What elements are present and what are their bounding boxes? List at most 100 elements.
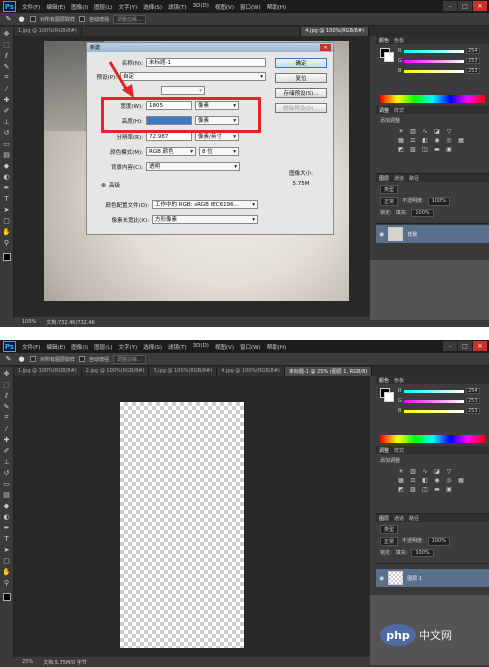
quick-select-icon[interactable]: ✎ xyxy=(4,355,13,364)
fill-input[interactable]: 100% xyxy=(411,549,434,557)
vibrance-icon[interactable]: ▽ xyxy=(444,128,454,135)
b-slider[interactable]: B 253 xyxy=(398,408,480,414)
eye-icon[interactable]: ◉ xyxy=(379,231,384,238)
background-swatch[interactable] xyxy=(384,392,394,402)
g-value[interactable]: 253 xyxy=(466,398,480,404)
balance-icon[interactable]: ⚖ xyxy=(408,137,418,144)
fill-input[interactable]: 100% xyxy=(411,209,434,217)
blur-icon[interactable]: ◆ xyxy=(1,501,12,510)
history-brush-icon[interactable]: ↺ xyxy=(1,468,12,477)
doc-tab[interactable]: 4.jpg @ 100%(RGB/8#) xyxy=(301,27,369,36)
doc-tab[interactable]: 2.jpg @ 100%(RGB/8#) xyxy=(81,367,150,376)
advanced-toggle[interactable]: ⊗ 高级 xyxy=(101,181,120,190)
dodge-icon[interactable]: ◐ xyxy=(1,512,12,521)
menu-3d[interactable]: 3D(D) xyxy=(193,343,209,351)
threshold-icon[interactable]: ◫ xyxy=(420,486,430,493)
foreground-color-swatch[interactable] xyxy=(2,593,11,601)
eraser-icon[interactable]: ▭ xyxy=(1,479,12,488)
menu-type[interactable]: 文字(Y) xyxy=(119,3,138,11)
lasso-icon[interactable]: ℓ xyxy=(1,51,12,60)
brush-icon[interactable]: ✐ xyxy=(1,446,12,455)
tab-adjustments[interactable]: 调整 xyxy=(379,107,389,114)
b-bar[interactable] xyxy=(404,409,464,413)
quick-select-icon[interactable]: ✎ xyxy=(1,62,12,71)
exposure-icon[interactable]: ◪ xyxy=(432,468,442,475)
menu-type[interactable]: 文字(Y) xyxy=(119,343,138,351)
menu-3d[interactable]: 3D(D) xyxy=(193,3,209,11)
menu-help[interactable]: 帮助(H) xyxy=(267,343,286,351)
close-button[interactable]: ✕ xyxy=(473,1,487,11)
zoom-icon[interactable]: ⚲ xyxy=(1,578,12,587)
brightness-icon[interactable]: ☀ xyxy=(396,468,406,475)
photo-filter-icon[interactable]: ◉ xyxy=(432,137,442,144)
profile-select[interactable]: 工作中的 RGB: sRGB IEC6196... ▾ xyxy=(152,200,258,209)
tab-channels[interactable]: 通道 xyxy=(394,175,404,182)
tab-layers[interactable]: 图层 xyxy=(379,515,389,522)
g-bar[interactable] xyxy=(404,399,464,403)
eraser-icon[interactable]: ▭ xyxy=(1,139,12,148)
size-select[interactable]: ▾ xyxy=(161,86,205,95)
r-bar[interactable] xyxy=(404,389,464,393)
layer-item-background[interactable]: ◉ 背景 xyxy=(376,225,489,243)
menu-window[interactable]: 窗口(W) xyxy=(240,343,261,351)
maximize-button[interactable]: □ xyxy=(458,341,472,351)
eyedropper-icon[interactable]: ⁄ xyxy=(1,84,12,93)
save-preset-button[interactable]: 存储预设(S)... xyxy=(275,88,327,98)
bw-icon[interactable]: ◧ xyxy=(420,137,430,144)
doc-tab[interactable]: 3.jpg @ 100%(RGB/8#) xyxy=(149,367,218,376)
crop-icon[interactable]: ⌗ xyxy=(1,73,12,82)
opacity-input[interactable]: 100% xyxy=(427,197,450,206)
kind-filter[interactable]: 类型 xyxy=(380,525,399,534)
balance-icon[interactable]: ⚖ xyxy=(408,477,418,484)
doc-tab[interactable]: 未标题-1 @ 25% (图层 1, RGB/8) xyxy=(284,367,373,376)
layer-name[interactable]: 图层 1 xyxy=(407,575,422,582)
transparent-canvas[interactable] xyxy=(120,402,244,648)
foreground-color-swatch[interactable] xyxy=(2,253,11,261)
r-bar[interactable] xyxy=(404,49,464,53)
resolution-input[interactable]: 72.987 xyxy=(146,132,192,141)
menu-edit[interactable]: 编辑(E) xyxy=(46,3,65,11)
exposure-icon[interactable]: ◪ xyxy=(432,128,442,135)
doc-tab[interactable] xyxy=(81,27,302,36)
vibrance-icon[interactable]: ▽ xyxy=(444,468,454,475)
path-select-icon[interactable]: ➤ xyxy=(1,205,12,214)
menu-select[interactable]: 选择(S) xyxy=(143,343,162,351)
shape-icon[interactable]: ▢ xyxy=(1,556,12,565)
menu-window[interactable]: 窗口(W) xyxy=(240,3,261,11)
pen-icon[interactable]: ✒ xyxy=(1,523,12,532)
curves-icon[interactable]: ∿ xyxy=(420,468,430,475)
selective-icon[interactable]: ▣ xyxy=(444,486,454,493)
healing-icon[interactable]: ✚ xyxy=(1,435,12,444)
quick-select-icon[interactable]: ✎ xyxy=(1,402,12,411)
reset-button[interactable]: 复位 xyxy=(275,73,327,83)
refine-edge-button[interactable]: 调整边缘... xyxy=(113,14,146,24)
tab-paths[interactable]: 路径 xyxy=(409,175,419,182)
b-bar[interactable] xyxy=(404,69,464,73)
tab-color[interactable]: 颜色 xyxy=(379,377,389,384)
menu-filter[interactable]: 滤镜(T) xyxy=(168,343,187,351)
curves-icon[interactable]: ∿ xyxy=(420,128,430,135)
tab-swatches[interactable]: 色板 xyxy=(394,377,404,384)
menu-select[interactable]: 选择(S) xyxy=(143,3,162,11)
menu-view[interactable]: 视图(V) xyxy=(215,3,234,11)
menu-image[interactable]: 图像(I) xyxy=(71,343,88,351)
menu-edit[interactable]: 编辑(E) xyxy=(46,343,65,351)
color-spectrum[interactable] xyxy=(380,435,485,443)
pen-icon[interactable]: ✒ xyxy=(1,183,12,192)
minimize-button[interactable]: – xyxy=(443,341,457,351)
brush-icon[interactable]: ✐ xyxy=(1,106,12,115)
selective-icon[interactable]: ▣ xyxy=(444,146,454,153)
bw-icon[interactable]: ◧ xyxy=(420,477,430,484)
tab-styles[interactable]: 样式 xyxy=(394,107,404,114)
tab-swatches[interactable]: 色板 xyxy=(394,37,404,44)
resolution-unit-select[interactable]: 像素/英寸 ▾ xyxy=(195,132,239,141)
background-swatch[interactable] xyxy=(384,52,394,62)
zoom-icon[interactable]: ⚲ xyxy=(1,238,12,247)
brightness-icon[interactable]: ☀ xyxy=(396,128,406,135)
levels-icon[interactable]: ▥ xyxy=(408,468,418,475)
menu-filter[interactable]: 滤镜(T) xyxy=(168,3,187,11)
r-value[interactable]: 254 xyxy=(466,388,480,394)
opacity-input[interactable]: 100% xyxy=(427,537,450,546)
threshold-icon[interactable]: ◫ xyxy=(420,146,430,153)
r-slider[interactable]: R 254 xyxy=(398,388,480,394)
